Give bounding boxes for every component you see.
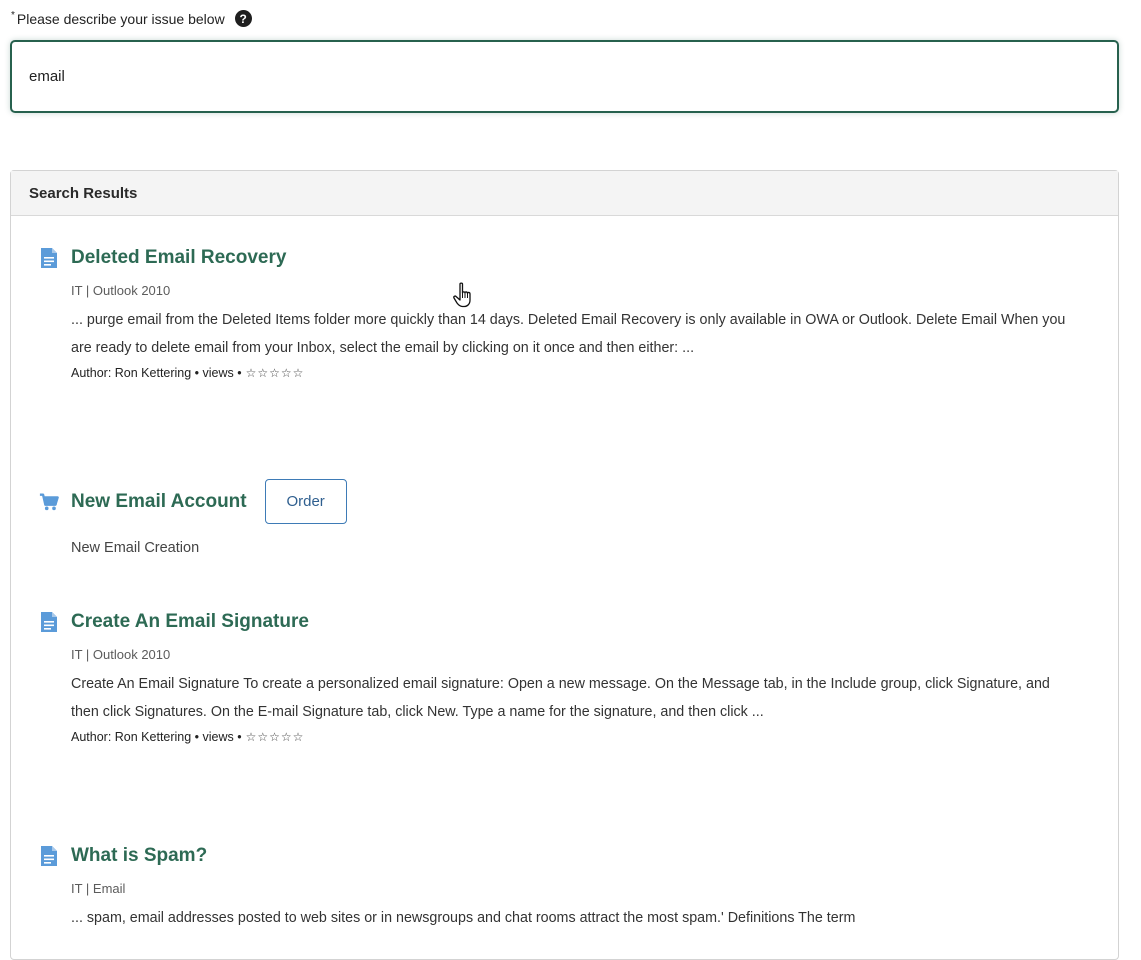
- document-icon: [41, 846, 57, 866]
- result-author-line: Author: Ron Kettering • views • ☆☆☆☆☆: [71, 730, 1071, 744]
- result-snippet: ... purge email from the Deleted Items f…: [71, 312, 1066, 356]
- star-rating[interactable]: ☆☆☆☆☆: [246, 730, 305, 744]
- result-category: IT | Email: [71, 881, 126, 896]
- result-title-link[interactable]: New Email Account: [71, 491, 247, 513]
- document-icon: [41, 612, 57, 632]
- issue-field-label: * Please describe your issue below ?: [11, 10, 252, 27]
- required-marker: *: [11, 10, 15, 21]
- author-text: Author: Ron Kettering • views •: [71, 730, 242, 744]
- issue-description-input[interactable]: [10, 40, 1119, 113]
- search-results-panel: Search Results Deleted Email Recovery IT…: [10, 170, 1119, 960]
- result-category: IT | Outlook 2010: [71, 283, 171, 298]
- issue-label-text: Please describe your issue below: [16, 10, 225, 27]
- order-button[interactable]: Order: [264, 479, 347, 524]
- result-snippet: ... spam, email addresses posted to web …: [71, 910, 856, 926]
- hand-pointer-cursor-icon: [453, 282, 471, 308]
- cart-icon: [39, 493, 59, 510]
- search-result-item: Deleted Email Recovery IT | Outlook 2010…: [39, 247, 1071, 380]
- result-snippet: Create An Email Signature To create a pe…: [71, 676, 1050, 720]
- result-category: IT | Outlook 2010: [71, 647, 171, 662]
- author-text: Author: Ron Kettering • views •: [71, 366, 242, 380]
- result-title-link[interactable]: What is Spam?: [71, 845, 207, 867]
- result-title-link[interactable]: Create An Email Signature: [71, 611, 309, 633]
- catalog-description: New Email Creation: [71, 540, 200, 556]
- search-results-header: Search Results: [11, 171, 1118, 216]
- result-author-line: Author: Ron Kettering • views • ☆☆☆☆☆: [71, 366, 1071, 380]
- document-icon: [41, 248, 57, 268]
- help-icon[interactable]: ?: [234, 10, 252, 27]
- result-title-link[interactable]: Deleted Email Recovery: [71, 247, 286, 269]
- search-result-item: Create An Email Signature IT | Outlook 2…: [39, 611, 1071, 744]
- search-result-item: What is Spam? IT | Email ... spam, email…: [39, 845, 1071, 932]
- star-rating[interactable]: ☆☆☆☆☆: [246, 366, 305, 380]
- catalog-result-item: New Email Account Order New Email Creati…: [39, 479, 347, 556]
